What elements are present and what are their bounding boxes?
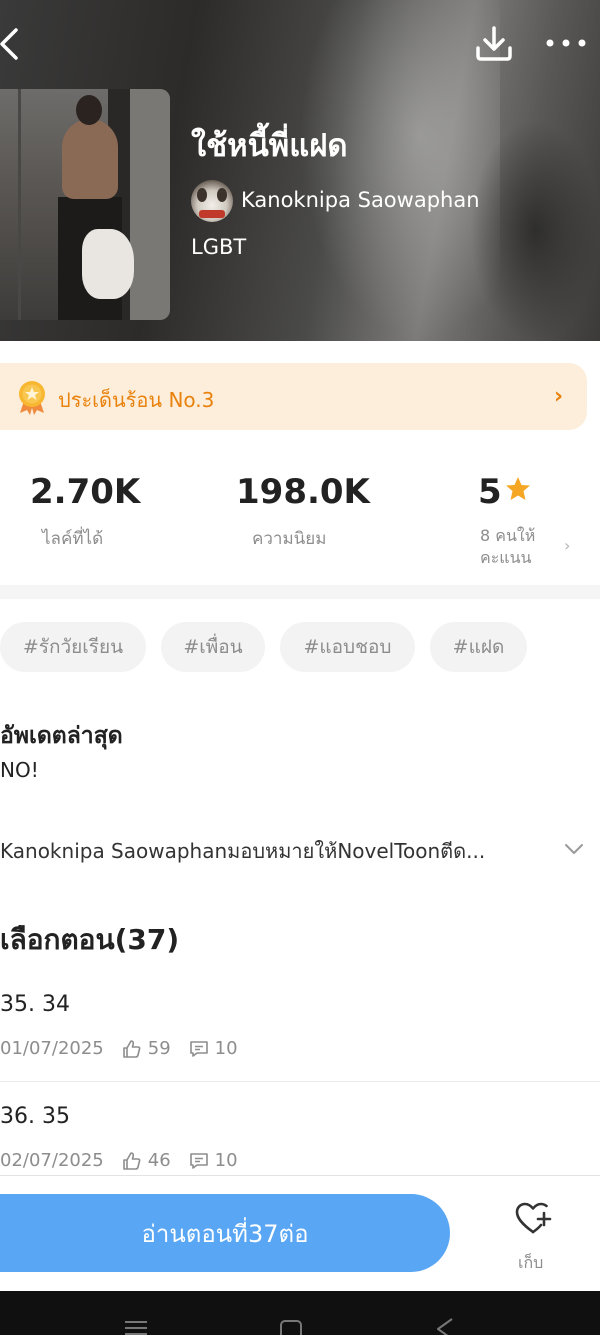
section-divider [0,585,600,599]
rating-count[interactable]: 8 คนให้ คะแนน [480,525,535,569]
chapter-title[interactable]: 35. 34 [0,992,70,1017]
chapter-comments: 10 [214,1038,238,1059]
comment-icon [189,1152,208,1169]
chapter-date: 01/07/2025 [0,1038,104,1059]
chapter-comments: 10 [214,1150,238,1171]
tag-chip[interactable]: #แอบชอบ [280,622,415,672]
download-button[interactable] [474,24,514,64]
row-divider [0,1081,600,1082]
book-category[interactable]: LGBT [191,235,246,259]
save-label[interactable]: เก็บ [518,1251,543,1276]
back-arrow-icon [0,28,18,60]
likes-count: 2.70K [30,472,141,512]
back-button[interactable] [0,24,30,64]
chapter-likes: 46 [147,1150,171,1171]
chevron-right-icon[interactable]: › [564,536,570,555]
hot-topic-label: ประเด็นร้อน No.3 [58,388,215,412]
bottom-bar-divider [0,1175,600,1176]
author-avatar[interactable] [191,180,233,222]
chapter-meta: 02/07/2025 46 10 [0,1150,238,1171]
likes-label: ไลค์ที่ได้ [42,529,104,549]
latest-update-text: NO! [0,758,39,782]
chapter-likes: 59 [147,1038,171,1059]
tag-chip[interactable]: #รักวัยเรียน [0,622,146,672]
medal-icon [19,381,45,415]
licence-text[interactable]: Kanoknipa Saowaphanมอบหมายให้NovelToonตี… [0,835,560,867]
popularity-label: ความนิยม [252,529,327,549]
chapter-date: 02/07/2025 [0,1150,104,1171]
thumbs-up-icon [122,1151,141,1170]
latest-update-label: อัพเดตล่าสุด [0,723,123,749]
more-options-button[interactable] [544,28,588,58]
chevron-right-icon: › [554,384,564,409]
rating-count-line2: คะแนน [480,548,532,567]
rating-value: 5 [478,472,502,512]
more-dots-icon [546,39,586,47]
menu-icon[interactable] [122,1316,150,1335]
back-triangle-icon[interactable] [432,1316,460,1335]
chapter-title[interactable]: 36. 35 [0,1104,70,1129]
popularity-count: 198.0K [236,472,370,512]
heart-add-icon[interactable] [514,1201,552,1237]
chapter-meta: 01/07/2025 59 10 [0,1038,238,1059]
chapter-list-heading: เลือกตอน(37) [0,923,180,956]
home-icon[interactable] [277,1316,305,1335]
continue-reading-button[interactable]: อ่านตอนที่37ต่อ [0,1194,450,1272]
download-icon [476,26,512,61]
thumbs-up-icon [122,1039,141,1058]
tag-chip[interactable]: #เพื่อน [161,622,265,672]
star-icon [506,477,530,500]
hot-topic-banner[interactable]: ประเด็นร้อน No.3 › [0,363,587,430]
book-title: ใช้หนี้พี่แฝด [191,128,348,164]
author-name[interactable]: Kanoknipa Saowaphan [241,188,480,212]
tag-chip[interactable]: #แฝด [430,622,527,672]
header-background-shade [470,120,600,341]
comment-icon [189,1040,208,1057]
book-cover [0,89,170,320]
rating-count-line1: 8 คนให้ [480,526,536,545]
chevron-down-icon[interactable] [563,838,585,860]
